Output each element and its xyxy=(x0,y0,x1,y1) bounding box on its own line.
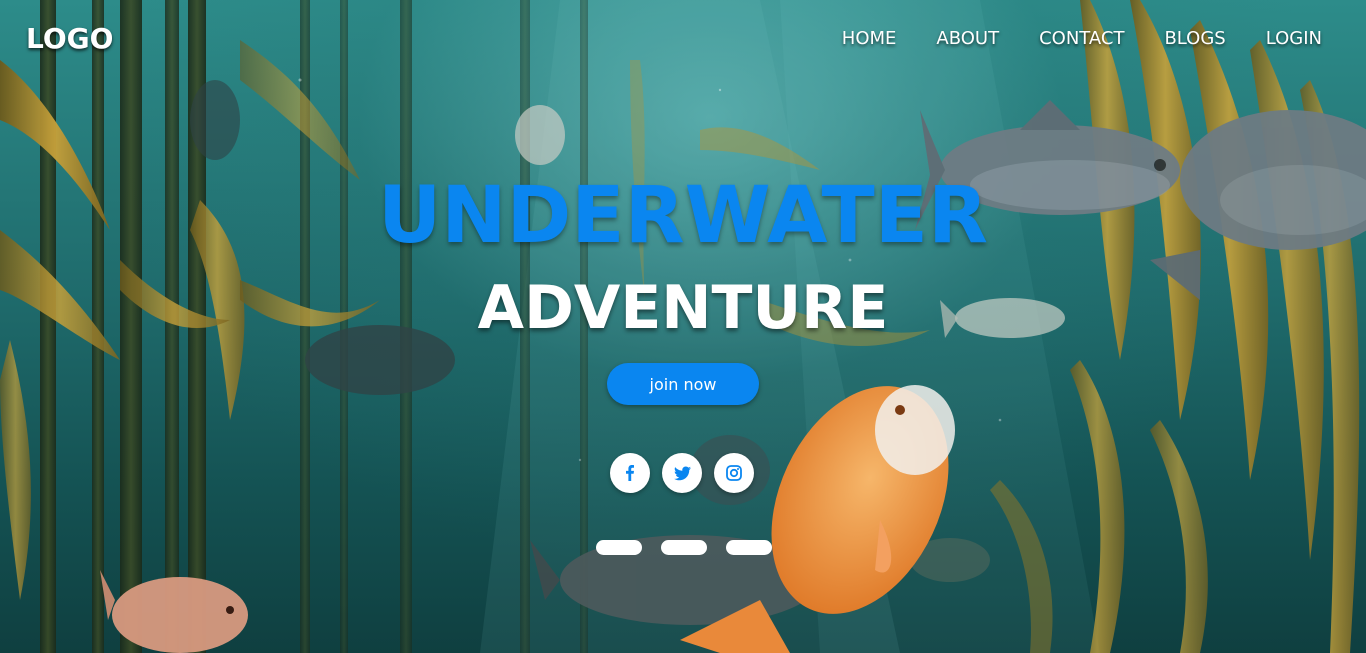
facebook-icon xyxy=(626,465,634,481)
twitter-icon xyxy=(673,465,691,480)
instagram-link[interactable] xyxy=(714,453,754,493)
join-now-button[interactable]: join now xyxy=(607,363,759,405)
social-links xyxy=(610,453,754,493)
slider-indicators xyxy=(596,540,772,555)
slider-dot-1[interactable] xyxy=(596,540,642,555)
nav-item-home[interactable]: HOME xyxy=(842,28,897,49)
main-nav: HOME ABOUT CONTACT BLOGS LOGIN xyxy=(842,28,1322,49)
slider-dot-3[interactable] xyxy=(726,540,772,555)
hero-section: LOGO HOME ABOUT CONTACT BLOGS LOGIN UNDE… xyxy=(0,0,1366,653)
nav-item-about[interactable]: ABOUT xyxy=(936,28,999,49)
hero-subtitle: ADVENTURE xyxy=(477,273,889,343)
facebook-link[interactable] xyxy=(610,453,650,493)
slider-dot-2[interactable] xyxy=(661,540,707,555)
hero-title: UNDERWATER xyxy=(377,171,989,261)
logo[interactable]: LOGO xyxy=(26,22,113,55)
nav-item-contact[interactable]: CONTACT xyxy=(1039,28,1124,49)
instagram-icon xyxy=(726,465,742,481)
nav-item-blogs[interactable]: BLOGS xyxy=(1164,28,1225,49)
nav-item-login[interactable]: LOGIN xyxy=(1266,28,1322,49)
twitter-link[interactable] xyxy=(662,453,702,493)
